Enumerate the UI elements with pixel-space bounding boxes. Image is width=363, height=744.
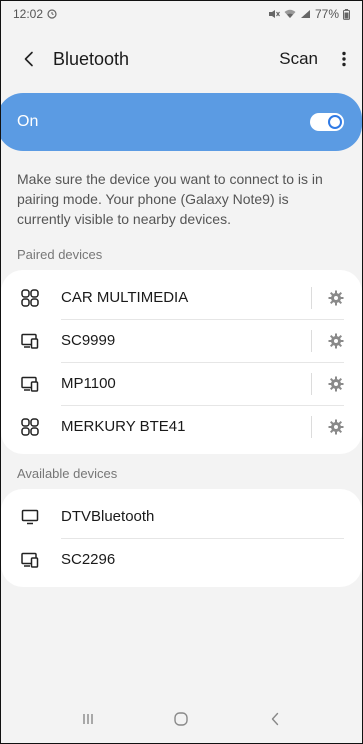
divider xyxy=(311,415,312,438)
multimedia-icon xyxy=(19,287,41,309)
divider xyxy=(311,329,312,352)
alarm-icon xyxy=(47,9,57,19)
app-header: Bluetooth Scan xyxy=(1,27,362,91)
page-title: Bluetooth xyxy=(53,48,130,69)
monitor-icon xyxy=(19,506,41,528)
device-name: DTVBluetooth xyxy=(61,508,155,525)
screen: 12:02 77% Bluetooth Scan On Make sure th… xyxy=(0,0,363,744)
phone-computer-icon xyxy=(19,330,41,352)
divider xyxy=(311,372,312,395)
device-name: SC9999 xyxy=(61,332,116,349)
paired-devices-card: CAR MULTIMEDIA SC9999 MP1100 MERKURY BTE… xyxy=(1,270,362,454)
signal-icon xyxy=(300,9,311,19)
paired-device-sc9999[interactable]: SC9999 xyxy=(1,319,362,362)
status-bar: 12:02 77% xyxy=(1,1,362,27)
mute-icon xyxy=(268,9,280,19)
available-device-sc2296[interactable]: SC2296 xyxy=(1,538,362,581)
status-left: 12:02 xyxy=(13,7,57,21)
gear-icon[interactable] xyxy=(326,288,346,308)
back-arrow-icon xyxy=(271,712,279,726)
phone-computer-icon xyxy=(19,373,41,395)
toggle-label: On xyxy=(17,113,39,130)
gear-icon[interactable] xyxy=(326,331,346,351)
back-button[interactable] xyxy=(17,47,41,71)
gear-icon[interactable] xyxy=(326,417,346,437)
paired-device-merkury-bte41[interactable]: MERKURY BTE41 xyxy=(1,405,362,448)
bluetooth-toggle-row[interactable]: On xyxy=(1,93,362,151)
available-devices-card: DTVBluetooth SC2296 xyxy=(1,489,362,587)
paired-device-mp1100[interactable]: MP1100 xyxy=(1,362,362,405)
multimedia-icon xyxy=(19,416,41,438)
chevron-left-icon xyxy=(24,51,33,67)
status-time: 12:02 xyxy=(13,7,44,21)
device-name: SC2296 xyxy=(61,551,116,568)
paired-device-car-multimedia[interactable]: CAR MULTIMEDIA xyxy=(1,276,362,319)
device-name: MERKURY BTE41 xyxy=(61,418,186,435)
scan-button[interactable]: Scan xyxy=(279,49,318,69)
wifi-icon xyxy=(284,9,296,19)
battery-icon xyxy=(343,8,350,20)
switch-knob xyxy=(328,115,342,129)
available-devices-heading: Available devices xyxy=(17,466,118,481)
paired-devices-heading: Paired devices xyxy=(17,247,103,262)
device-name: MP1100 xyxy=(61,375,116,392)
more-options-button[interactable] xyxy=(336,47,352,71)
phone-computer-icon xyxy=(19,549,41,571)
back-nav-button[interactable] xyxy=(255,704,295,734)
gear-icon[interactable] xyxy=(326,374,346,394)
home-icon xyxy=(174,712,189,726)
bluetooth-switch[interactable] xyxy=(310,113,344,131)
recent-apps-icon xyxy=(83,714,93,724)
more-vertical-icon xyxy=(342,51,346,67)
status-right: 77% xyxy=(268,7,350,21)
device-name: CAR MULTIMEDIA xyxy=(61,289,189,306)
battery-percent: 77% xyxy=(314,7,339,21)
divider xyxy=(311,286,312,309)
pairing-description: Make sure the device you want to connect… xyxy=(17,171,323,227)
recent-apps-button[interactable] xyxy=(68,704,108,734)
home-button[interactable] xyxy=(161,704,201,734)
available-device-dtvbluetooth[interactable]: DTVBluetooth xyxy=(1,495,362,538)
navigation-bar xyxy=(1,695,362,743)
